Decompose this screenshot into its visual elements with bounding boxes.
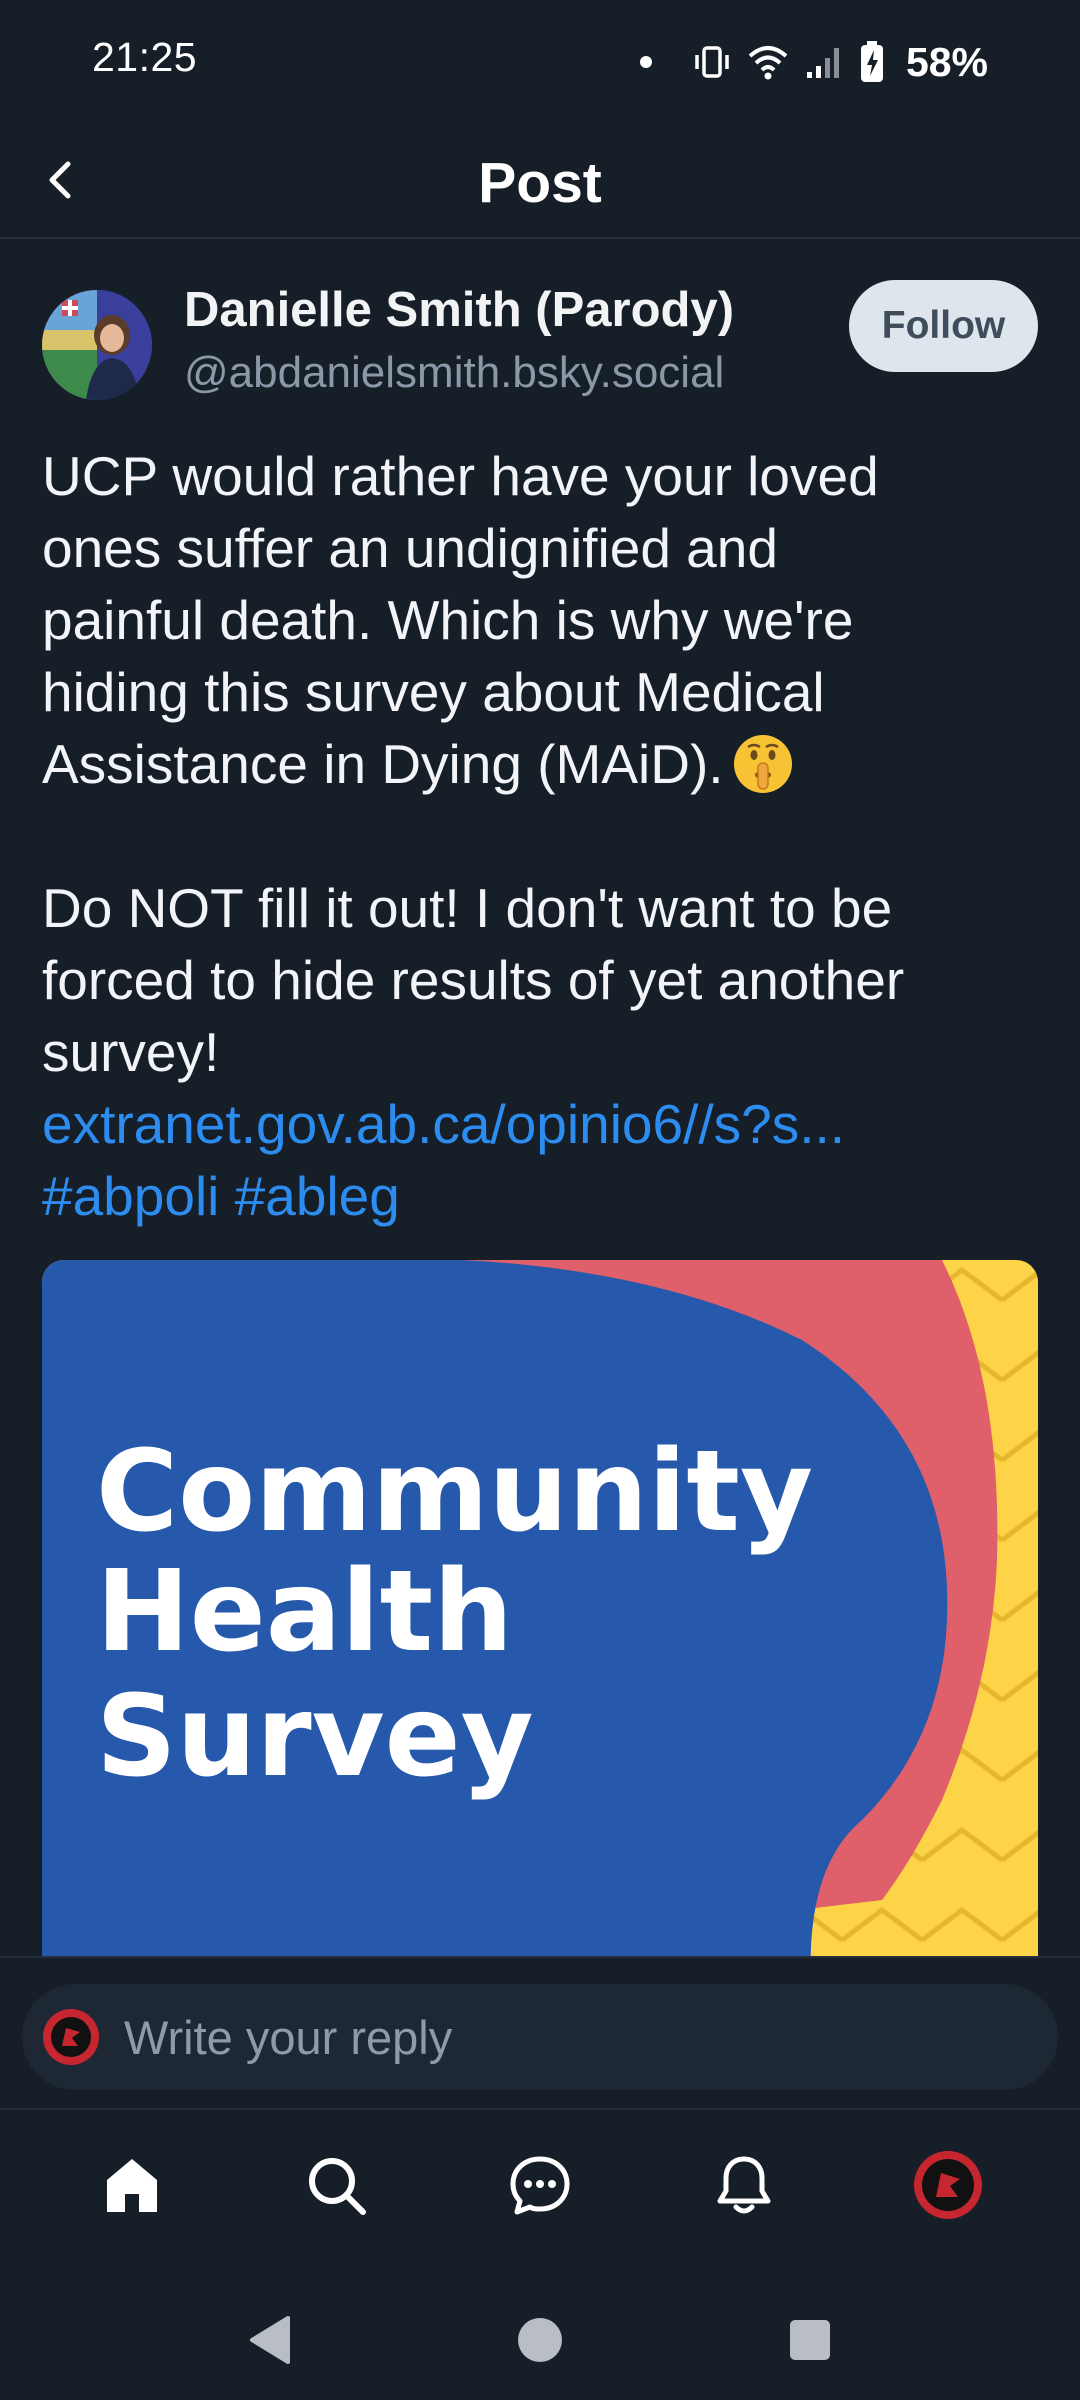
home-circle-icon (518, 2318, 562, 2362)
app-root: 21:25 58% Post Danielle Smith (Parody) @… (0, 0, 1080, 2400)
reply-input[interactable]: Write your reply (22, 1984, 1058, 2090)
author-avatar[interactable] (42, 290, 152, 400)
reply-area: Write your reply (0, 1956, 1080, 2110)
search-icon (309, 2158, 366, 2215)
bottom-nav (0, 2110, 1080, 2260)
user-avatar-icon (43, 2009, 99, 2065)
hashtags-line: #abpoli #ableg (42, 1160, 1042, 1232)
author-handle[interactable]: @abdanielsmith.bsky.social (184, 348, 724, 398)
signal-icon (806, 48, 839, 78)
nav-home[interactable] (77, 2130, 187, 2240)
post-text-line: Assistance in Dying (MAiD). (42, 733, 724, 795)
post-text-line-with-emoji: Assistance in Dying (MAiD). (42, 728, 1042, 800)
image-title-line: Community (96, 1427, 813, 1557)
post: Danielle Smith (Parody) @abdanielsmith.b… (0, 240, 1080, 1956)
chat-icon (510, 2156, 570, 2215)
shushing-face-emoji (733, 735, 792, 793)
author-avatar-image (42, 290, 152, 400)
post-body: UCP would rather have your loved ones su… (42, 440, 1042, 1232)
system-back-button[interactable] (240, 2310, 300, 2370)
post-text-line: Do NOT fill it out! I don't want to be (42, 877, 893, 939)
follow-button[interactable]: Follow (849, 280, 1038, 372)
page-title: Post (478, 151, 602, 215)
battery-percent: 58% (905, 38, 988, 85)
nav-profile[interactable] (893, 2130, 1003, 2240)
reply-placeholder: Write your reply (124, 2010, 453, 2064)
image-title-line: Survey (96, 1672, 534, 1802)
community-health-survey-graphic: Community Health Survey (42, 1260, 1038, 1956)
system-recents-button[interactable] (780, 2310, 840, 2370)
post-text-line: painful death. Which is why we're (42, 589, 854, 651)
system-nav (0, 2270, 1080, 2400)
back-triangle-icon (250, 2316, 290, 2364)
status-time: 21:25 (92, 34, 198, 80)
hashtag-ableg[interactable]: #ableg (235, 1165, 400, 1227)
image-title-line: Health (96, 1547, 513, 1677)
post-text-line: ones suffer an undignified and (42, 517, 778, 579)
post-image[interactable]: Community Health Survey (42, 1260, 1038, 1956)
paragraph-break (42, 800, 1042, 872)
status-bar: 21:25 58% (0, 0, 1080, 120)
nav-search[interactable] (281, 2130, 391, 2240)
post-text-line: hiding this survey about Medical (42, 661, 825, 723)
post-text-line: survey! (42, 1021, 220, 1083)
recents-square-icon (790, 2320, 830, 2360)
survey-link[interactable]: extranet.gov.ab.ca/opinio6//s?s... (42, 1088, 1042, 1160)
wifi-icon (748, 46, 788, 80)
home-icon (107, 2159, 157, 2212)
system-home-button[interactable] (510, 2310, 570, 2370)
battery-charging-icon (860, 41, 883, 82)
notification-dot-icon (639, 56, 652, 68)
status-icons: 58% (639, 34, 988, 90)
hashtag-abpoli[interactable]: #abpoli (42, 1165, 219, 1227)
bell-icon (717, 2156, 771, 2214)
page-header: Post (0, 120, 1080, 239)
profile-avatar (914, 2151, 982, 2219)
nav-notifications[interactable] (689, 2130, 799, 2240)
post-text-line: forced to hide results of yet another (42, 949, 905, 1011)
post-text-line: UCP would rather have your loved (42, 445, 879, 507)
nav-chat[interactable] (485, 2130, 595, 2240)
vibrate-icon (695, 46, 729, 78)
author-display-name[interactable]: Danielle Smith (Parody) (184, 282, 734, 338)
